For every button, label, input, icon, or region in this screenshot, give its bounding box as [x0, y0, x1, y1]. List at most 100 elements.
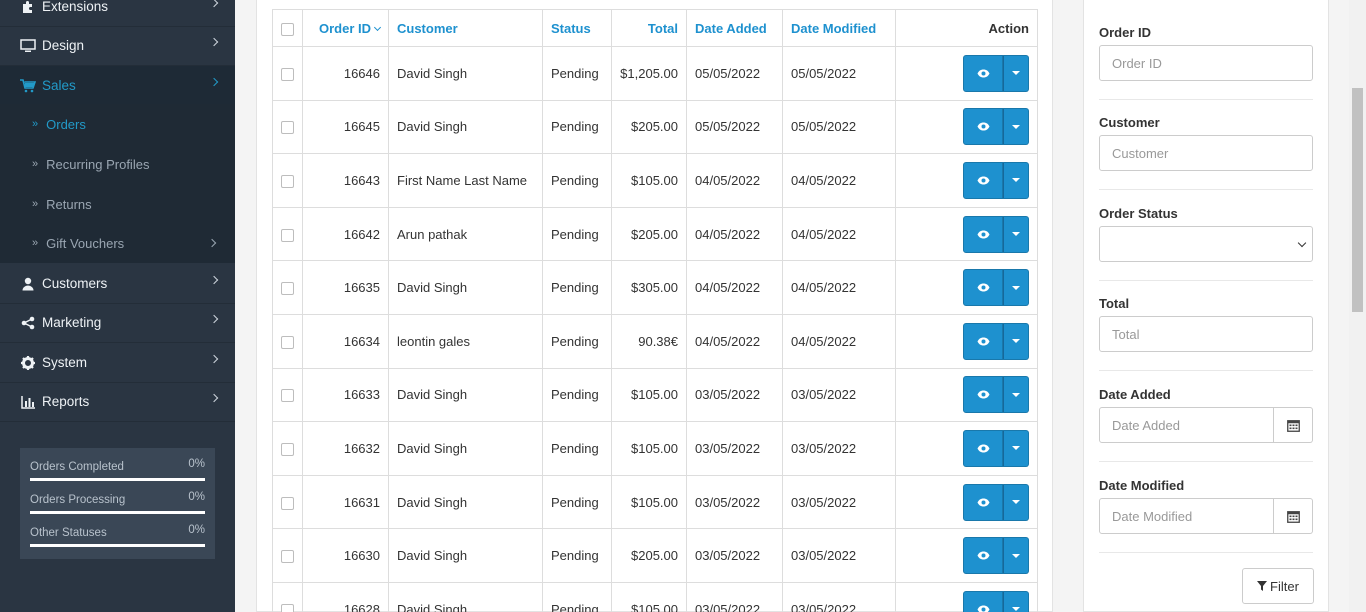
customer-cell: leontin gales [388, 313, 543, 369]
action-cell [895, 46, 1038, 101]
menu-label: Extensions [42, 0, 109, 14]
table-row: 16646 David Singh Pending $1,205.00 05/05/20… [272, 46, 1038, 101]
action-cell [895, 581, 1038, 612]
row-checkbox[interactable] [281, 442, 294, 456]
order-actions-dropdown-button[interactable] [1003, 483, 1029, 521]
row-checkbox[interactable] [281, 389, 294, 403]
view-order-button[interactable] [963, 376, 1003, 414]
total-cell: $105.00 [611, 153, 687, 208]
menu-item-design[interactable]: Design [0, 26, 235, 66]
customer-cell: David Singh [388, 474, 543, 530]
table-row: 16632 David Singh Pending $105.00 03/05/2022… [272, 421, 1038, 476]
total-cell: $205.00 [611, 99, 687, 155]
header-label: Order ID [318, 20, 371, 36]
order-actions-dropdown-button[interactable] [1003, 108, 1029, 146]
filter-button[interactable]: Filter [1242, 568, 1314, 604]
eye-icon [977, 605, 989, 612]
menu-item-marketing[interactable]: Marketing [0, 303, 235, 343]
sidebar-item-orders[interactable]: » Orders [0, 104, 235, 144]
select-all-checkbox[interactable] [281, 22, 294, 36]
view-order-button[interactable] [963, 483, 1003, 521]
order-actions-dropdown-button[interactable] [1003, 537, 1029, 575]
customer-cell: David Singh [388, 421, 543, 476]
row-select-cell [272, 313, 303, 369]
total-cell: $105.00 [611, 474, 687, 530]
row-checkbox[interactable] [281, 550, 294, 564]
action-cell [895, 260, 1038, 315]
row-checkbox[interactable] [281, 603, 294, 612]
view-order-button[interactable] [963, 537, 1003, 575]
row-checkbox[interactable] [281, 282, 294, 296]
menu-item-sales[interactable]: Sales [0, 66, 235, 106]
order-actions-dropdown-button[interactable] [1003, 269, 1029, 307]
header-date-modified[interactable]: Date Modified [782, 9, 896, 47]
order-actions-dropdown-button[interactable] [1003, 429, 1029, 467]
eye-icon [977, 498, 989, 507]
view-order-button[interactable] [963, 108, 1003, 146]
order-actions-dropdown-button[interactable] [1003, 376, 1029, 414]
stat-value: 0% [188, 458, 205, 470]
header-order-id[interactable]: Order ID [302, 9, 389, 47]
customer-cell: David Singh [388, 367, 543, 423]
status-cell: Pending [542, 421, 612, 476]
row-checkbox[interactable] [281, 496, 294, 510]
row-checkbox[interactable] [281, 228, 294, 242]
customer-input[interactable] [1099, 135, 1313, 171]
order-actions-dropdown-button[interactable] [1003, 161, 1029, 199]
chevron-right-icon [209, 0, 219, 8]
order-actions-dropdown-button[interactable] [1003, 322, 1029, 360]
total-input[interactable] [1099, 316, 1313, 352]
scrollbar-thumb[interactable] [1352, 88, 1363, 312]
menu-item-system[interactable]: System [0, 343, 235, 383]
orders-table: Order ID Customer Status Total Date Adde… [272, 9, 1038, 612]
view-order-button[interactable] [963, 590, 1003, 612]
bar-chart-icon [20, 395, 36, 409]
eye-icon [977, 230, 989, 239]
row-checkbox[interactable] [281, 121, 294, 135]
date-modified-calendar-button[interactable] [1274, 498, 1313, 534]
sidebar-item-gift-vouchers[interactable]: » Gift Vouchers [0, 223, 235, 263]
header-customer[interactable]: Customer [388, 9, 543, 47]
view-order-button[interactable] [963, 54, 1003, 92]
date-modified-cell: 03/05/2022 [782, 421, 896, 476]
share-icon [20, 316, 36, 330]
view-order-button[interactable] [963, 269, 1003, 307]
order-actions-dropdown-button[interactable] [1003, 215, 1029, 253]
date-added-input[interactable] [1099, 407, 1274, 443]
date-added-cell: 03/05/2022 [686, 528, 783, 583]
header-date-added[interactable]: Date Added [686, 9, 783, 47]
view-order-button[interactable] [963, 215, 1003, 253]
row-checkbox[interactable] [281, 175, 294, 189]
menu-item-extensions[interactable]: Extensions [0, 0, 235, 27]
order-status-select[interactable] [1099, 226, 1313, 262]
menu-item-reports[interactable]: Reports [0, 382, 235, 422]
row-checkbox[interactable] [281, 67, 294, 81]
header-total[interactable]: Total [611, 9, 687, 47]
view-order-button[interactable] [963, 161, 1003, 199]
table-row: 16645 David Singh Pending $205.00 05/05/2022… [272, 99, 1038, 155]
action-button-group [963, 108, 1029, 146]
date-added-calendar-button[interactable] [1274, 407, 1313, 443]
eye-icon [977, 444, 989, 453]
menu-item-customers[interactable]: Customers [0, 264, 235, 304]
sidebar-item-recurring-profiles[interactable]: » Recurring Profiles [0, 144, 235, 184]
monitor-icon [20, 38, 36, 53]
order-id-cell: 16633 [302, 367, 389, 423]
filter-button-label: Filter [1270, 578, 1299, 594]
view-order-button[interactable] [963, 322, 1003, 360]
order-actions-dropdown-button[interactable] [1003, 54, 1029, 92]
status-cell: Pending [542, 206, 612, 262]
date-modified-input[interactable] [1099, 498, 1274, 534]
header-status[interactable]: Status [542, 9, 612, 47]
order-id-input[interactable] [1099, 45, 1313, 81]
order-actions-dropdown-button[interactable] [1003, 590, 1029, 612]
status-cell: Pending [542, 581, 612, 612]
page-scrollbar[interactable] [1349, 0, 1366, 612]
status-cell: Pending [542, 153, 612, 208]
funnel-icon [1257, 581, 1268, 591]
sidebar-item-returns[interactable]: » Returns [0, 184, 235, 224]
row-checkbox[interactable] [281, 335, 294, 349]
row-select-cell [272, 260, 303, 315]
table-row: 16642 Arun pathak Pending $205.00 04/05/2022… [272, 206, 1038, 262]
view-order-button[interactable] [963, 429, 1003, 467]
